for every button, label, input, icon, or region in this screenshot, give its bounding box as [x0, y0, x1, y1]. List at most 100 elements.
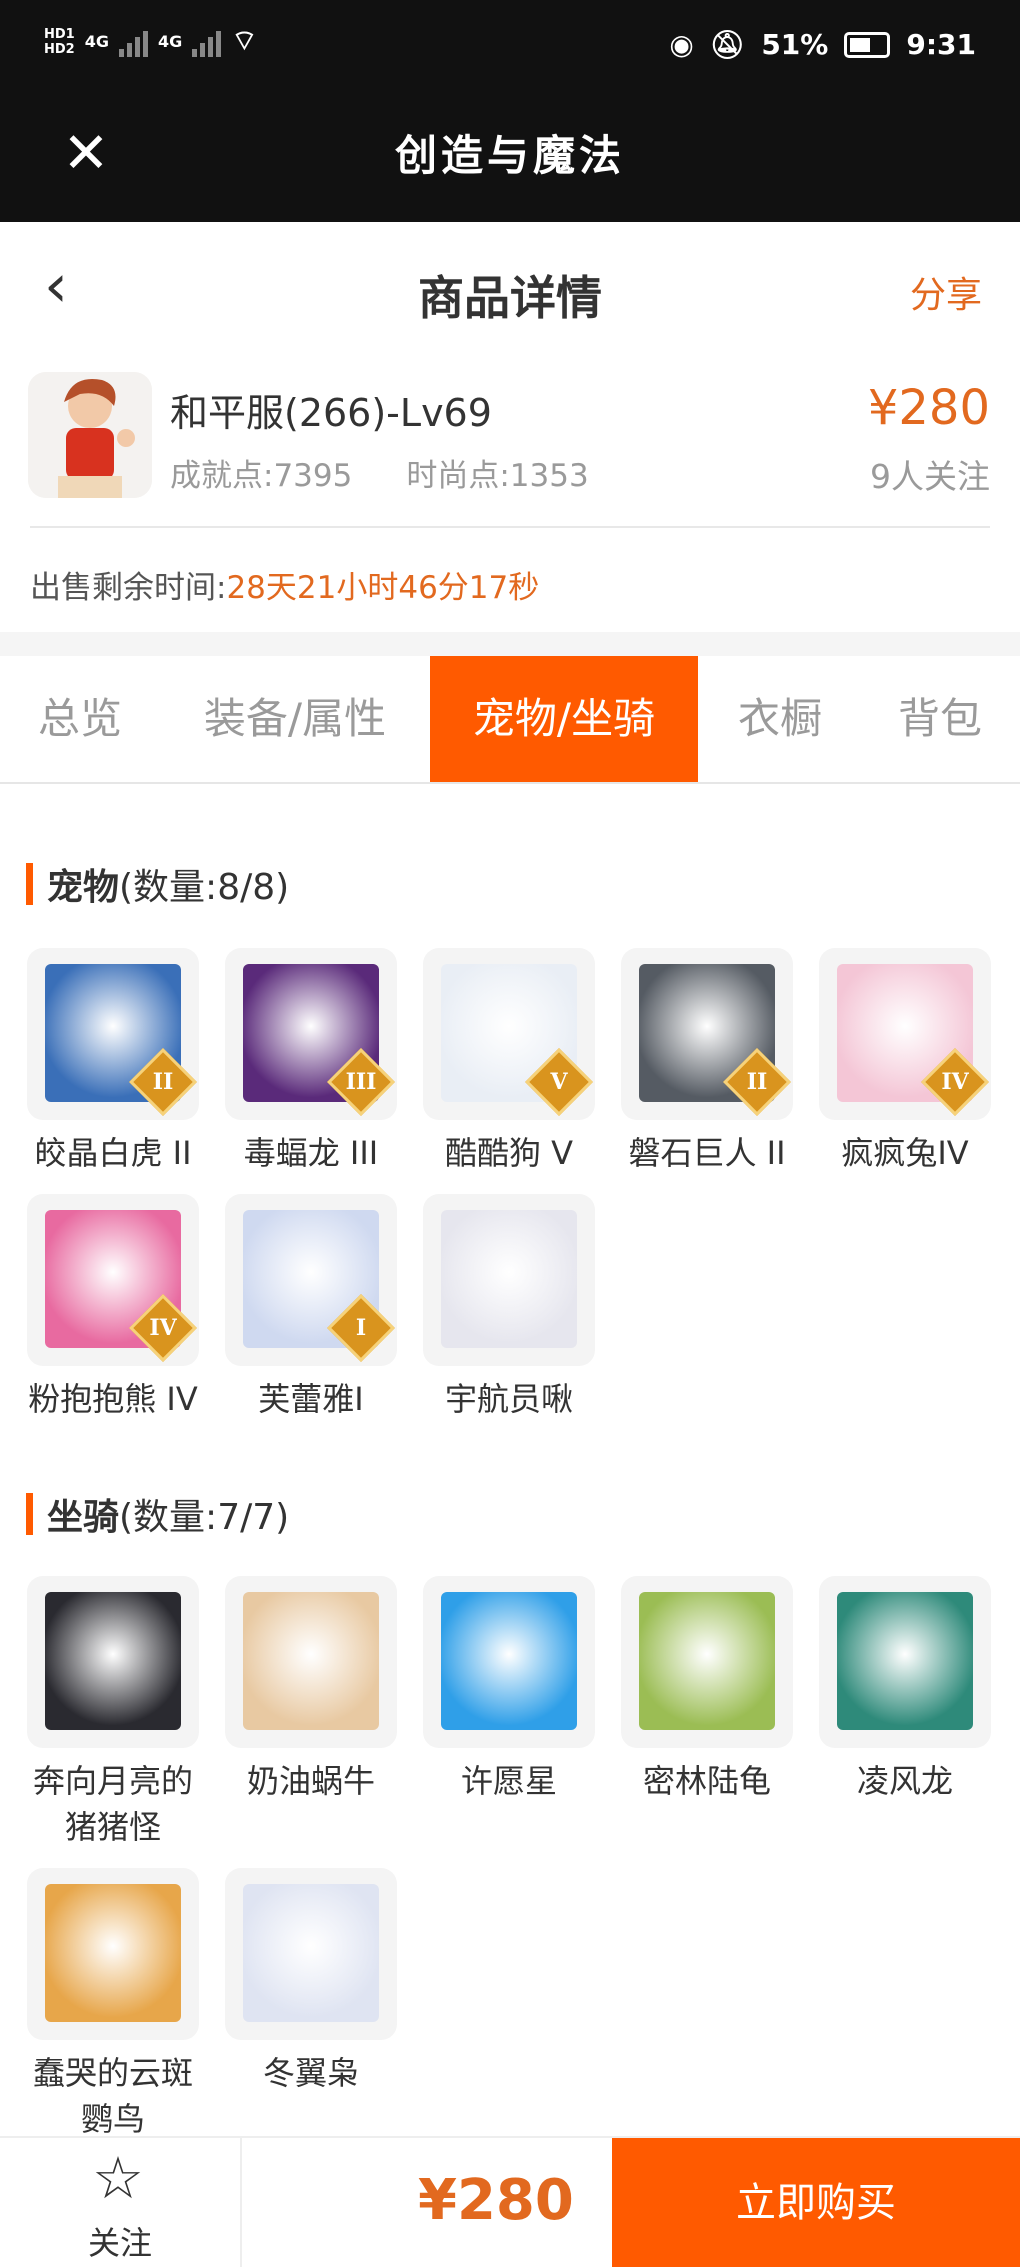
remaining-time-row: 出售剩余时间:28天21小时46分17秒 — [30, 562, 539, 607]
item-art — [639, 1592, 775, 1730]
buy-now-button[interactable]: 立即购买 — [612, 2138, 1020, 2267]
tier-badge-label: II — [152, 1069, 174, 1095]
product-card: 和平服(266)-Lv69 成就点:7395 时尚点:1353 ¥280 9人关… — [0, 352, 1020, 632]
item-card[interactable]: 密林陆龟 — [620, 1576, 794, 1804]
item-name: 芙蕾雅I — [258, 1380, 364, 1418]
item-card[interactable]: 宇航员啾 — [422, 1194, 596, 1422]
item-name: 皎晶白虎 II — [34, 1134, 192, 1172]
item-card[interactable]: V 酷酷狗 V — [422, 948, 596, 1176]
item-art — [243, 1884, 379, 2022]
item-thumbnail — [27, 1576, 199, 1748]
section-accent-bar — [26, 863, 33, 905]
tab-wardrobe[interactable]: 衣橱 — [712, 656, 848, 782]
tab-backpack[interactable]: 背包 — [870, 656, 1010, 782]
app-title: 创造与魔法 — [394, 131, 625, 180]
item-name: 密林陆龟 — [642, 1762, 771, 1800]
bottom-bar: ☆ 关注 ¥280 立即购买 — [0, 2136, 1020, 2267]
item-card[interactable]: 奔向月亮的 猪猪怪 — [26, 1576, 200, 1850]
network-type-2: 4G — [157, 32, 183, 51]
item-name: 蠢哭的云斑 鹦鸟 — [32, 2054, 193, 2138]
item-thumbnail — [621, 1576, 793, 1748]
hd-icon: HD1 HD2 — [44, 27, 75, 57]
hd2-label: HD2 — [44, 41, 75, 57]
item-name: 奔向月亮的 猪猪怪 — [32, 1762, 193, 1846]
tier-badge-label: III — [345, 1069, 377, 1095]
item-card[interactable]: 蠢哭的云斑 鹦鸟 — [26, 1868, 200, 2142]
item-card[interactable]: 冬翼枭 — [224, 1868, 398, 2096]
item-thumbnail — [819, 1576, 991, 1748]
item-thumbnail — [423, 1576, 595, 1748]
share-button[interactable]: 分享 — [910, 266, 982, 318]
remaining-time-value: 28天21小时46分17秒 — [226, 570, 540, 606]
wifi-icon: ⌔ — [231, 24, 258, 57]
hd1-label: HD1 — [44, 26, 75, 42]
item-name: 粉抱抱熊 IV — [28, 1380, 198, 1418]
battery-icon — [844, 31, 891, 58]
item-card[interactable]: II 磐石巨人 II — [620, 948, 794, 1176]
tier-badge-label: IV — [149, 1315, 177, 1341]
tab-pets-mounts[interactable]: 宠物/坐骑 — [430, 656, 698, 782]
item-name: 疯疯兔IV — [841, 1134, 969, 1172]
item-card[interactable]: IV 粉抱抱熊 IV — [26, 1194, 200, 1422]
fashion-points: 时尚点:1353 — [406, 458, 589, 494]
pets-section-title: 宠物 (数量:8/8) — [26, 858, 289, 910]
follow-button[interactable]: ☆ 关注 — [0, 2138, 242, 2267]
pets-count: (数量:8/8) — [119, 867, 290, 908]
page-title: 商品详情 — [418, 271, 602, 325]
tier-badge-label: V — [550, 1069, 568, 1095]
item-card[interactable]: III 毒蝠龙 III — [224, 948, 398, 1176]
divider — [30, 526, 990, 528]
mute-bell-icon: 🔕︎ — [709, 28, 746, 61]
item-thumbnail: V — [423, 948, 595, 1120]
item-name: 许愿星 — [460, 1762, 557, 1800]
product-name: 和平服(266)-Lv69 — [170, 391, 492, 435]
network-type-1: 4G — [84, 32, 109, 51]
status-bar: HD1 HD2 4G 4G ⌔ ◉ 🔕︎ 51% 9:31 — [0, 0, 1020, 92]
item-name: 磐石巨人 II — [628, 1134, 786, 1172]
page-header: ‹ 商品详情 分享 — [0, 222, 1020, 352]
section-accent-bar — [26, 1493, 33, 1535]
battery-percent: 51% — [761, 28, 829, 61]
remaining-time-label: 出售剩余时间: — [30, 570, 227, 606]
item-art — [441, 1210, 577, 1348]
item-name: 毒蝠龙 III — [243, 1134, 379, 1172]
tab-equipment[interactable]: 装备/属性 — [180, 656, 410, 782]
star-icon: ☆ — [92, 2144, 144, 2212]
item-card[interactable]: 许愿星 — [422, 1576, 596, 1804]
item-art — [837, 1592, 973, 1730]
item-name: 宇航员啾 — [444, 1380, 573, 1418]
item-card[interactable]: 凌风龙 — [818, 1576, 992, 1804]
tier-badge-label: IV — [941, 1069, 969, 1095]
mounts-title: 坐骑 — [47, 1497, 120, 1538]
signal-icon-2 — [192, 27, 222, 57]
item-thumbnail: III — [225, 948, 397, 1120]
clock: 9:31 — [906, 28, 976, 61]
tab-overview[interactable]: 总览 — [0, 656, 160, 782]
item-thumbnail: II — [27, 948, 199, 1120]
signal-icon — [118, 27, 148, 57]
item-art — [45, 1884, 181, 2022]
mounts-section-title: 坐骑 (数量:7/7) — [26, 1488, 289, 1540]
follow-label: 关注 — [87, 2224, 152, 2262]
mounts-count: (数量:7/7) — [119, 1497, 290, 1538]
item-thumbnail — [27, 1868, 199, 2040]
status-right: ◉ 🔕︎ 51% 9:31 — [669, 28, 976, 61]
item-name: 凌风龙 — [856, 1762, 953, 1800]
product-price: ¥280 — [867, 380, 990, 436]
pets-title: 宠物 — [47, 867, 120, 908]
item-art — [243, 1592, 379, 1730]
character-avatar-art — [28, 372, 152, 498]
tier-badge-label: I — [355, 1315, 367, 1341]
item-card[interactable]: I 芙蕾雅I — [224, 1194, 398, 1422]
item-name: 酷酷狗 V — [444, 1134, 574, 1172]
item-thumbnail: I — [225, 1194, 397, 1366]
product-stats: 成就点:7395 时尚点:1353 — [170, 450, 589, 495]
tab-bar: 总览 装备/属性 宠物/坐骑 衣橱 背包 — [0, 656, 1020, 784]
app-bar: ✕ 创造与魔法 — [0, 92, 1020, 222]
follower-count: 9人关注 — [870, 457, 990, 496]
item-art — [45, 1592, 181, 1730]
item-card[interactable]: IV 疯疯兔IV — [818, 948, 992, 1176]
item-card[interactable]: 奶油蜗牛 — [224, 1576, 398, 1804]
item-name: 冬翼枭 — [262, 2054, 359, 2092]
item-card[interactable]: II 皎晶白虎 II — [26, 948, 200, 1176]
